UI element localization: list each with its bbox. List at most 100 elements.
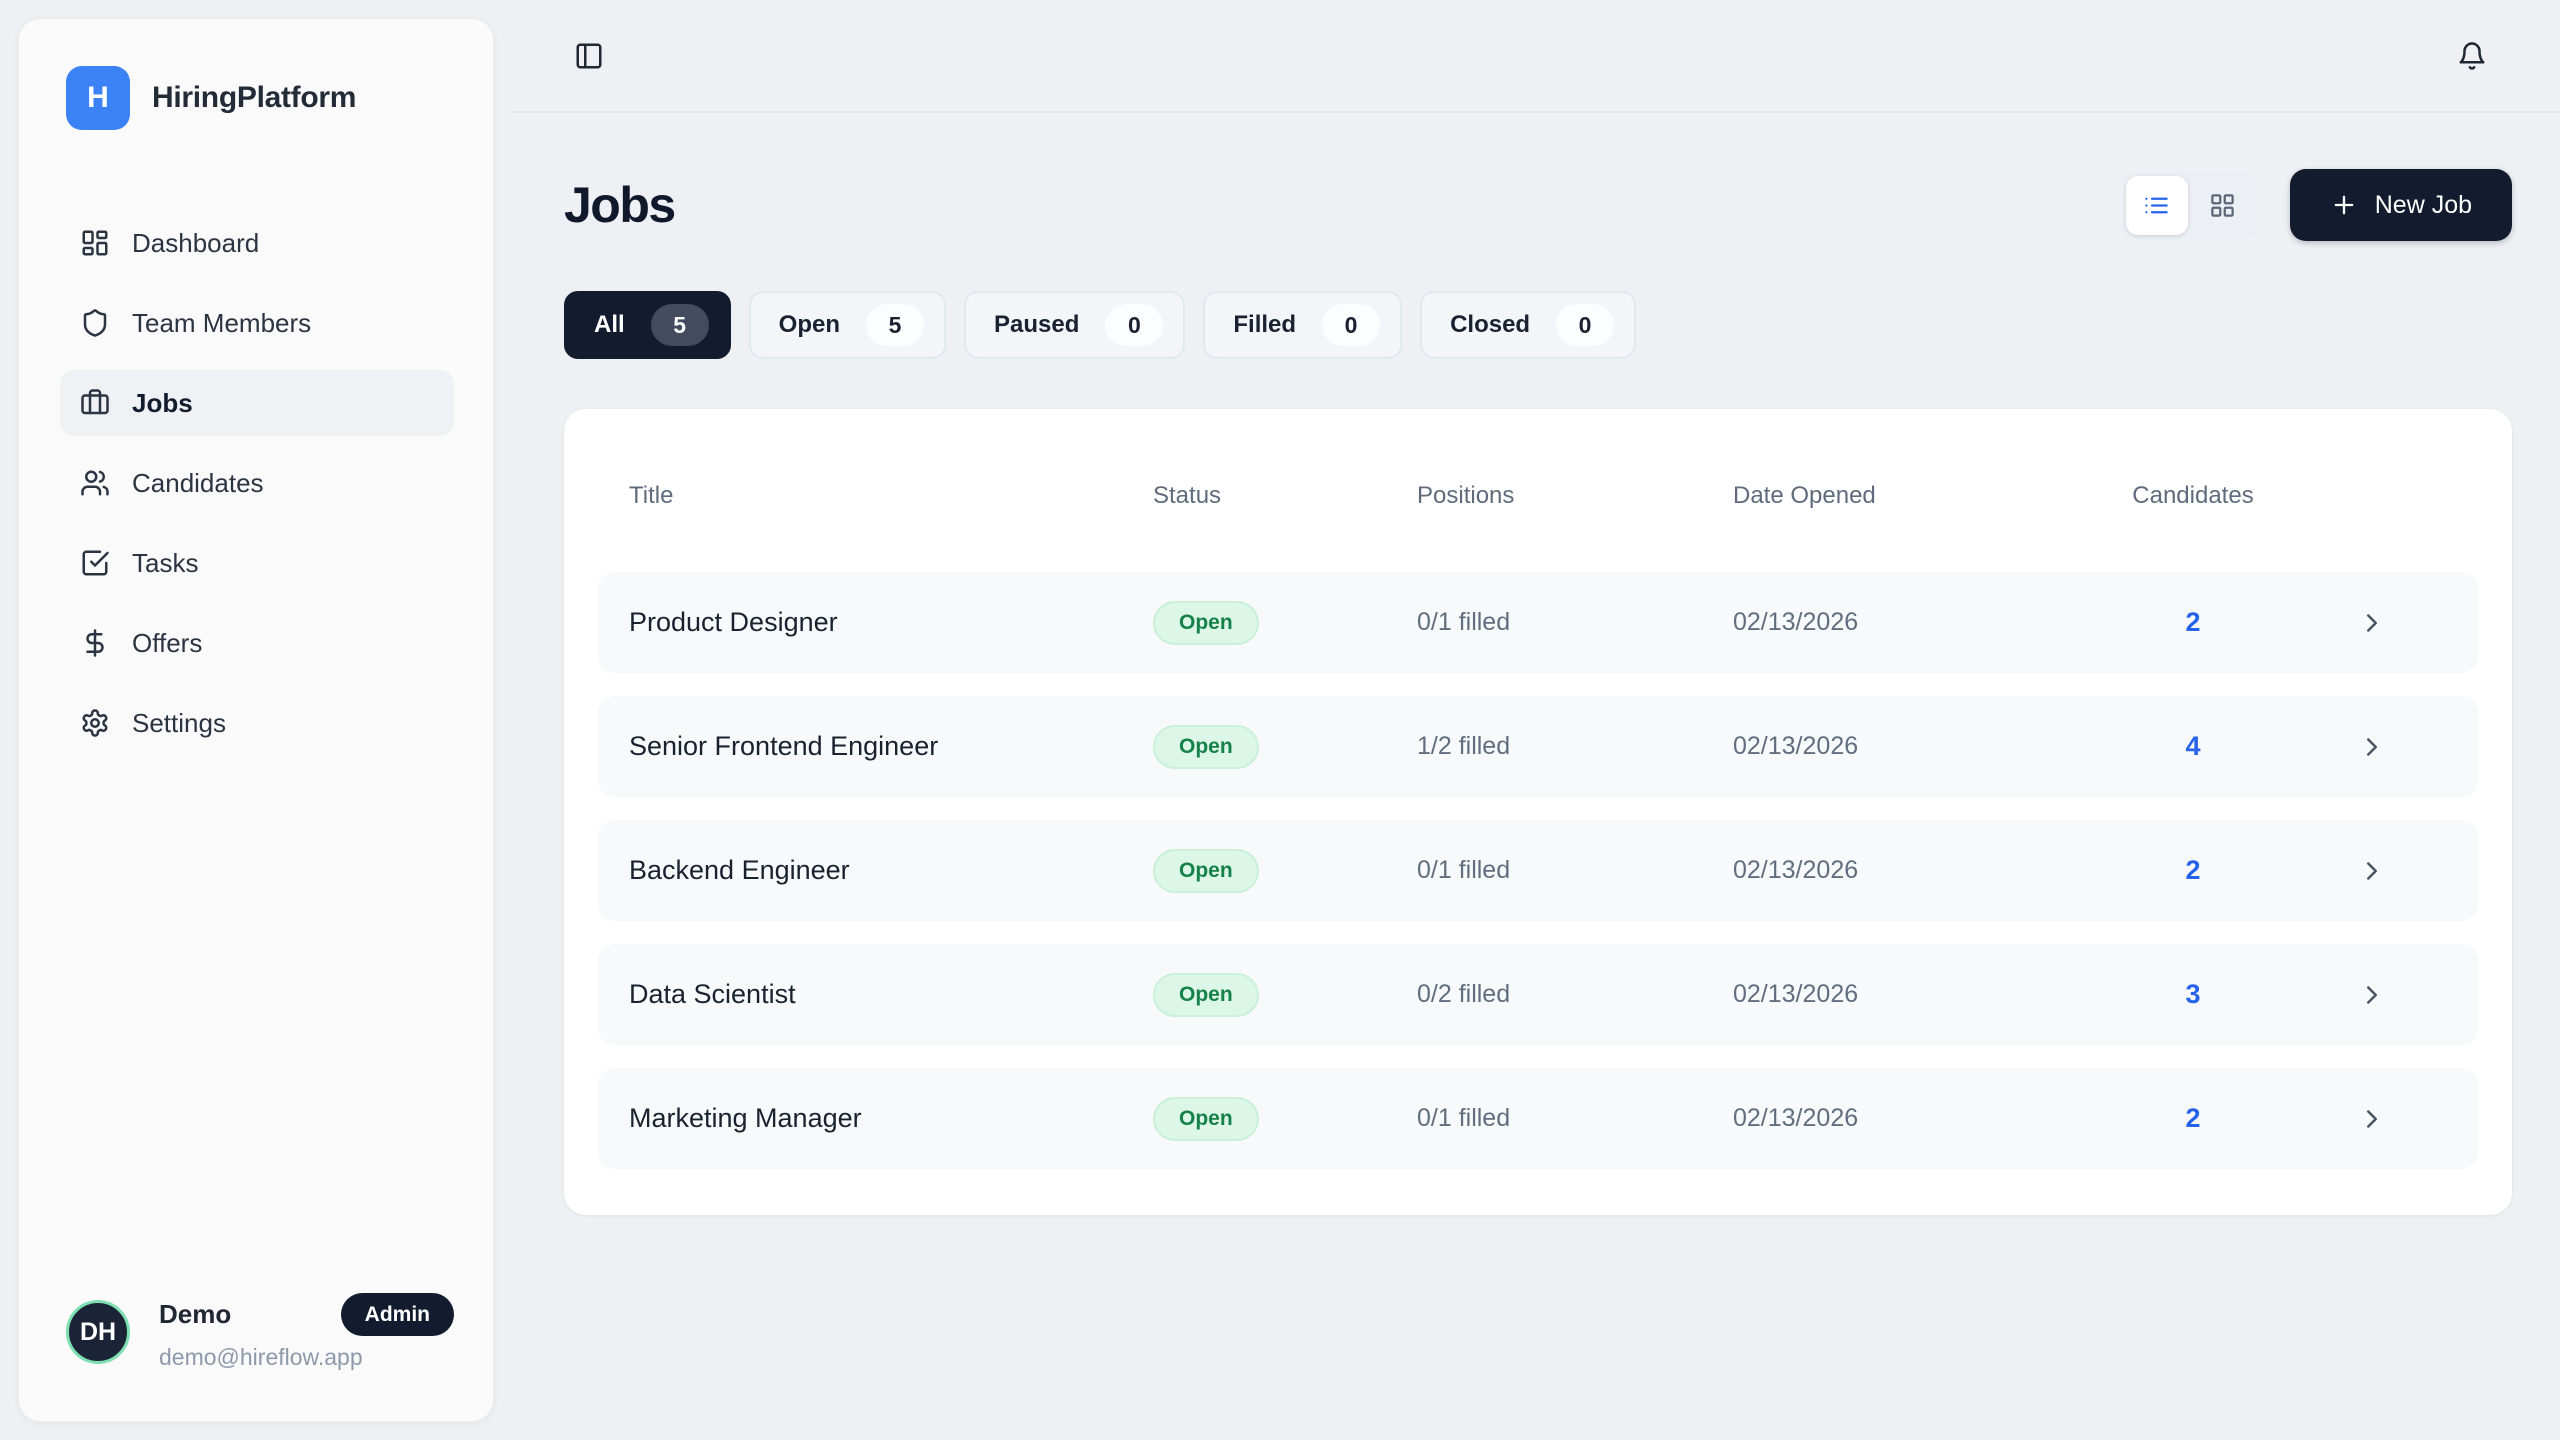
table-header: Title Status Positions Date Opened Candi… <box>598 453 2478 539</box>
filter-tab-count: 0 <box>1322 304 1380 346</box>
shield-icon <box>80 308 110 338</box>
sidebar-item-tasks[interactable]: Tasks <box>60 530 454 596</box>
user-card[interactable]: DH Demo Admin demo@hireflow.app <box>66 1293 454 1371</box>
sidebar-item-offers[interactable]: Offers <box>60 610 454 676</box>
filter-tab-count: 0 <box>1105 304 1163 346</box>
main-area: Jobs <box>512 0 2560 1440</box>
job-title: Senior Frontend Engineer <box>629 731 1153 762</box>
status-badge: Open <box>1153 1097 1259 1141</box>
plus-icon <box>2330 191 2358 219</box>
task-check-icon <box>80 548 110 578</box>
filter-tab-all[interactable]: All 5 <box>564 291 731 359</box>
job-title: Data Scientist <box>629 979 1153 1010</box>
job-positions: 0/2 filled <box>1417 980 1733 1009</box>
grid-view-button[interactable] <box>2192 176 2254 235</box>
sidebar-nav: Dashboard Team Members Jobs Candidates T… <box>19 210 493 756</box>
job-candidates-count[interactable]: 2 <box>2103 607 2283 638</box>
table-row[interactable]: Marketing Manager Open 0/1 filled 02/13/… <box>598 1068 2478 1169</box>
table-row[interactable]: Data Scientist Open 0/2 filled 02/13/202… <box>598 944 2478 1045</box>
sidebar-item-label: Offers <box>132 628 202 659</box>
sidebar-item-settings[interactable]: Settings <box>60 690 454 756</box>
filter-tab-label: All <box>594 311 625 339</box>
notifications-button[interactable] <box>2457 41 2487 71</box>
job-date-opened: 02/13/2026 <box>1733 1104 2103 1133</box>
chevron-right-icon[interactable] <box>2357 732 2387 762</box>
job-candidates-count[interactable]: 2 <box>2103 855 2283 886</box>
filter-tab-label: Closed <box>1450 311 1530 339</box>
user-info: Demo Admin demo@hireflow.app <box>159 1293 454 1371</box>
avatar: DH <box>66 1300 130 1364</box>
filter-tabs: All 5 Open 5 Paused 0 Filled 0 Closed 0 <box>564 291 2512 359</box>
filter-tab-count: 5 <box>651 304 709 346</box>
app-title: HiringPlatform <box>152 81 356 115</box>
filter-tab-label: Open <box>779 311 840 339</box>
sidebar-toggle-button[interactable] <box>574 41 604 71</box>
job-date-opened: 02/13/2026 <box>1733 856 2103 885</box>
gear-icon <box>80 708 110 738</box>
page-header: Jobs <box>564 169 2512 241</box>
job-status-cell: Open <box>1153 849 1417 893</box>
job-candidates-count[interactable]: 2 <box>2103 1103 2283 1134</box>
table-row[interactable]: Senior Frontend Engineer Open 1/2 filled… <box>598 696 2478 797</box>
role-badge: Admin <box>341 1293 454 1336</box>
filter-tab-filled[interactable]: Filled 0 <box>1203 291 1402 359</box>
job-candidates-count[interactable]: 3 <box>2103 979 2283 1010</box>
app-logo: H <box>66 66 130 130</box>
chevron-right-icon[interactable] <box>2357 608 2387 638</box>
bell-icon <box>2457 41 2487 71</box>
new-job-button[interactable]: New Job <box>2290 169 2512 241</box>
sidebar-item-label: Tasks <box>132 548 198 579</box>
job-positions: 0/1 filled <box>1417 1104 1733 1133</box>
dashboard-icon <box>80 228 110 258</box>
table-row[interactable]: Backend Engineer Open 0/1 filled 02/13/2… <box>598 820 2478 921</box>
job-title: Backend Engineer <box>629 855 1153 886</box>
column-header-positions: Positions <box>1417 482 1733 510</box>
job-positions: 0/1 filled <box>1417 856 1733 885</box>
sidebar-item-team-members[interactable]: Team Members <box>60 290 454 356</box>
table-row[interactable]: Product Designer Open 0/1 filled 02/13/2… <box>598 572 2478 673</box>
status-badge: Open <box>1153 973 1259 1017</box>
chevron-right-icon[interactable] <box>2357 856 2387 886</box>
sidebar-item-dashboard[interactable]: Dashboard <box>60 210 454 276</box>
sidebar-item-label: Settings <box>132 708 226 739</box>
chevron-right-icon[interactable] <box>2357 1104 2387 1134</box>
column-header-title: Title <box>629 482 1153 510</box>
filter-tab-paused[interactable]: Paused 0 <box>964 291 1185 359</box>
sidebar: H HiringPlatform Dashboard Team Members … <box>18 18 494 1422</box>
list-view-button[interactable] <box>2126 176 2188 235</box>
sidebar-item-label: Dashboard <box>132 228 259 259</box>
panel-left-icon <box>574 41 604 71</box>
job-candidates-count[interactable]: 4 <box>2103 731 2283 762</box>
sidebar-item-label: Jobs <box>132 388 193 419</box>
content: Jobs <box>512 113 2560 1215</box>
header-actions: New Job <box>2121 169 2512 241</box>
table-body: Product Designer Open 0/1 filled 02/13/2… <box>598 572 2478 1169</box>
column-header-candidates: Candidates <box>2103 482 2283 510</box>
brand: H HiringPlatform <box>19 19 493 130</box>
grid-view-icon <box>2209 192 2236 219</box>
filter-tab-label: Filled <box>1233 311 1296 339</box>
job-title: Marketing Manager <box>629 1103 1153 1134</box>
job-title: Product Designer <box>629 607 1153 638</box>
job-positions: 0/1 filled <box>1417 608 1733 637</box>
topbar <box>512 0 2560 113</box>
job-status-cell: Open <box>1153 1097 1417 1141</box>
sidebar-item-label: Candidates <box>132 468 264 499</box>
chevron-right-icon[interactable] <box>2357 980 2387 1010</box>
status-badge: Open <box>1153 601 1259 645</box>
filter-tab-label: Paused <box>994 311 1079 339</box>
sidebar-item-candidates[interactable]: Candidates <box>60 450 454 516</box>
users-icon <box>80 468 110 498</box>
filter-tab-open[interactable]: Open 5 <box>749 291 946 359</box>
status-badge: Open <box>1153 725 1259 769</box>
view-toggle <box>2121 171 2259 240</box>
dollar-icon <box>80 628 110 658</box>
new-job-label: New Job <box>2375 191 2472 220</box>
job-positions: 1/2 filled <box>1417 732 1733 761</box>
filter-tab-closed[interactable]: Closed 0 <box>1420 291 1636 359</box>
sidebar-item-jobs[interactable]: Jobs <box>60 370 454 436</box>
job-date-opened: 02/13/2026 <box>1733 608 2103 637</box>
column-header-date-opened: Date Opened <box>1733 482 2103 510</box>
list-view-icon <box>2143 192 2170 219</box>
user-name: Demo <box>159 1299 231 1330</box>
